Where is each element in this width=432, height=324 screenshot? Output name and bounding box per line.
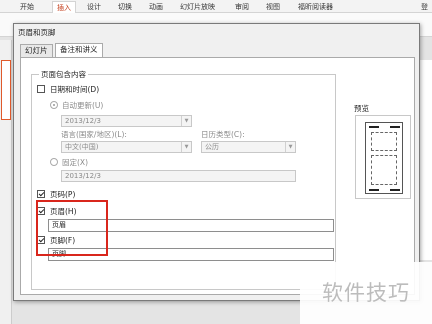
- ribbon-account-label[interactable]: 登: [421, 1, 428, 13]
- chevron-down-icon: ▼: [181, 116, 191, 126]
- auto-date-select[interactable]: 2013/12/3 ▼: [61, 115, 192, 127]
- chevron-down-icon: ▼: [285, 142, 295, 152]
- tab-notes-handouts[interactable]: 备注和讲义: [55, 43, 103, 57]
- header-footer-dialog: 页眉和页脚 幻灯片 备注和讲义 页面包含内容 日期和时间(D) 自动更新(U) …: [13, 23, 420, 301]
- ribbon-tab-home[interactable]: 开始: [20, 1, 34, 13]
- page-number-checkbox[interactable]: [37, 190, 45, 198]
- slide-thumbnail-pane: [0, 40, 12, 324]
- ribbon-tab-insert[interactable]: 插入: [52, 1, 76, 13]
- dialog-panel: 页面包含内容 日期和时间(D) 自动更新(U) 2013/12/3 ▼ 语言(国…: [20, 57, 415, 295]
- ribbon-tab-bar: 开始 插入 设计 切换 动画 幻灯片放映 审阅 视图 福昕阅读器 登: [0, 0, 432, 13]
- fixed-radio[interactable]: [50, 158, 58, 166]
- preview-footer-right: [390, 189, 400, 191]
- header-footer-highlight-box: [36, 200, 108, 256]
- fixed-label: 固定(X): [62, 158, 88, 167]
- dialog-title: 页眉和页脚: [18, 28, 56, 37]
- auto-update-label: 自动更新(U): [62, 101, 104, 110]
- preview-header-left: [369, 126, 379, 128]
- calendar-type-label: 日历类型(C):: [201, 130, 245, 139]
- page-number-label: 页码(P): [50, 190, 76, 199]
- ribbon-tab-review[interactable]: 审阅: [235, 1, 249, 13]
- slide-thumbnail[interactable]: [1, 60, 11, 120]
- slide-canvas-edge: [418, 60, 432, 260]
- tab-slide[interactable]: 幻灯片: [20, 44, 53, 57]
- preview-footer-left: [369, 189, 379, 191]
- preview-page: [365, 122, 403, 194]
- ribbon-tab-transitions[interactable]: 切换: [118, 1, 132, 13]
- date-time-label: 日期和时间(D): [50, 85, 100, 94]
- ribbon-tab-view[interactable]: 视图: [266, 1, 280, 13]
- preview-header-right: [390, 126, 400, 128]
- preview-label: 预览: [354, 104, 369, 113]
- language-select[interactable]: 中文(中国) ▼: [61, 141, 192, 153]
- preview-notes-area: [371, 155, 397, 185]
- calendar-type-value: 公历: [205, 143, 219, 151]
- ribbon-tab-foxit[interactable]: 福昕阅读器: [298, 1, 333, 13]
- preview-slide-area: [371, 132, 397, 151]
- auto-date-value: 2013/12/3: [65, 117, 101, 125]
- auto-update-radio[interactable]: [50, 101, 58, 109]
- language-value: 中文(中国): [65, 143, 99, 151]
- watermark: 软件技巧: [300, 262, 432, 324]
- preview-box: [355, 115, 411, 199]
- calendar-type-select[interactable]: 公历 ▼: [201, 141, 296, 153]
- ribbon-tab-slideshow[interactable]: 幻灯片放映: [180, 1, 215, 13]
- ribbon-tab-animations[interactable]: 动画: [149, 1, 163, 13]
- ribbon-tab-design[interactable]: 设计: [87, 1, 101, 13]
- fixed-date-field[interactable]: 2013/12/3: [61, 170, 296, 182]
- language-label: 语言(国家/地区)(L):: [61, 130, 127, 139]
- date-time-checkbox[interactable]: [37, 85, 45, 93]
- chevron-down-icon: ▼: [181, 142, 191, 152]
- group-label: 页面包含内容: [39, 69, 88, 80]
